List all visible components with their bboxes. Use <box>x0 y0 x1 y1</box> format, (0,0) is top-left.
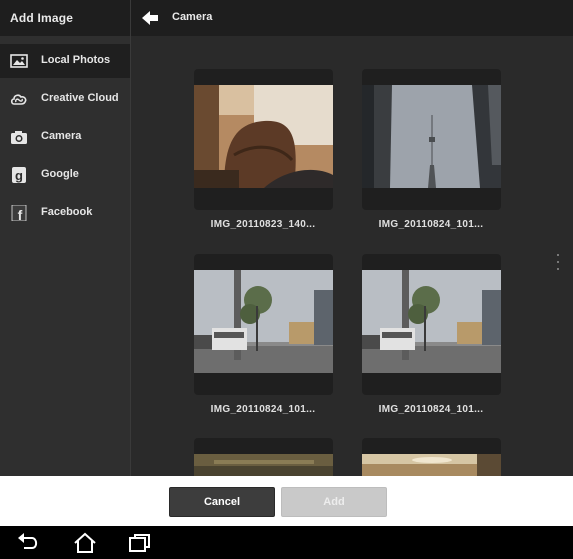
dialog-footer: Cancel Add <box>0 476 573 526</box>
sidebar: Local Photos Creative Cloud Camera g Goo… <box>0 36 131 476</box>
photo-thumbnail <box>362 270 501 373</box>
photo-caption: IMG_20110824_101... <box>210 404 316 415</box>
app-title: Add Image <box>10 11 74 25</box>
sidebar-item-label: Google <box>41 168 79 180</box>
svg-text:g: g <box>15 168 23 183</box>
sidebar-item-label: Camera <box>41 130 82 142</box>
sidebar-item-label: Facebook <box>41 206 93 218</box>
photo-grid: IMG_20110823_140... IMG_20110824_101... <box>131 36 573 476</box>
photo-card[interactable] <box>362 438 501 476</box>
photo-caption: IMG_20110823_140... <box>210 219 316 230</box>
add-button[interactable]: Add <box>281 487 387 517</box>
photo-thumbnail <box>194 85 333 188</box>
photo-card[interactable]: IMG_20110824_101... <box>362 254 501 415</box>
sidebar-item-creative-cloud[interactable]: Creative Cloud <box>0 82 130 116</box>
system-nav-bar <box>0 526 573 559</box>
sidebar-item-camera[interactable]: Camera <box>0 120 130 154</box>
scroll-indicator[interactable] <box>557 254 559 270</box>
photo-thumbnail <box>362 85 501 188</box>
home-icon[interactable] <box>72 532 98 554</box>
top-bar: Add Image Camera <box>0 0 573 36</box>
sidebar-item-label: Local Photos <box>41 54 111 66</box>
back-arrow-icon[interactable] <box>140 9 160 27</box>
photo-caption: IMG_20110824_101... <box>378 404 484 415</box>
sidebar-item-google[interactable]: g Google <box>0 158 130 192</box>
back-icon[interactable] <box>16 532 42 554</box>
photo-thumbnail <box>194 454 333 476</box>
top-bar-left: Add Image <box>0 0 131 36</box>
photo-card[interactable] <box>194 438 333 476</box>
sidebar-item-facebook[interactable]: f Facebook <box>0 196 130 230</box>
cancel-button[interactable]: Cancel <box>169 487 275 517</box>
google-plus-icon: g <box>12 167 26 183</box>
creative-cloud-icon <box>10 94 27 105</box>
sidebar-item-local-photos[interactable]: Local Photos <box>0 44 130 78</box>
photo-icon <box>10 54 28 68</box>
recent-apps-icon[interactable] <box>127 532 153 554</box>
breadcrumb: Camera <box>172 11 213 23</box>
camera-icon <box>11 131 27 144</box>
facebook-icon: f <box>11 205 27 221</box>
photo-thumbnail <box>194 270 333 373</box>
photo-card[interactable]: IMG_20110823_140... <box>194 69 333 230</box>
photo-thumbnail <box>362 454 501 476</box>
photo-caption: IMG_20110824_101... <box>378 219 484 230</box>
photo-card[interactable]: IMG_20110824_101... <box>362 69 501 230</box>
sidebar-item-label: Creative Cloud <box>41 92 119 104</box>
photo-card[interactable]: IMG_20110824_101... <box>194 254 333 415</box>
svg-text:f: f <box>18 207 23 221</box>
